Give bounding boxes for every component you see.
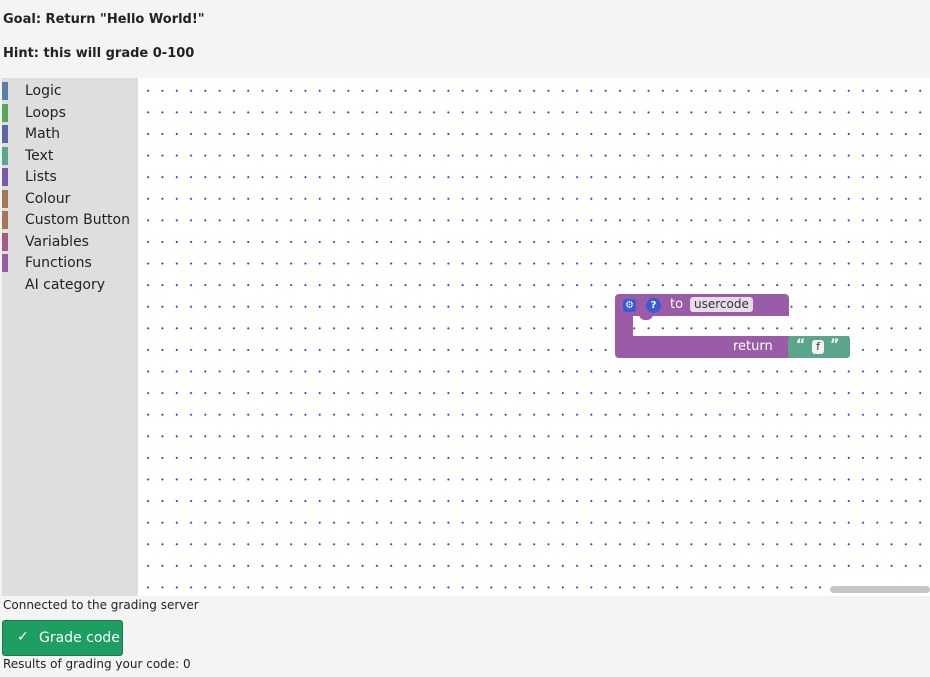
category-color (2, 211, 8, 229)
toolbox-item-label: Lists (25, 169, 57, 185)
toolbox-item-custom-button[interactable]: Custom Button (2, 210, 138, 230)
text-value-block[interactable]: “ f ” (788, 336, 850, 358)
block-spine (615, 314, 633, 338)
category-color (2, 82, 8, 100)
toolbox: Logic Loops Math Text Lists Colour Custo… (2, 78, 138, 596)
toolbox-item-loops[interactable]: Loops (2, 103, 138, 123)
open-quote-icon: “ (796, 337, 806, 353)
grade-code-button[interactable]: ✓ Grade code (2, 620, 123, 656)
function-definition-block[interactable]: ⚙ ? to usercode return (615, 294, 849, 358)
return-label: return (733, 339, 773, 354)
goal-text: Goal: Return "Hello World!" (3, 12, 205, 27)
toolbox-item-lists[interactable]: Lists (2, 167, 138, 187)
toolbox-item-label: Functions (25, 255, 92, 271)
toolbox-item-variables[interactable]: Variables (2, 232, 138, 252)
toolbox-item-logic[interactable]: Logic (2, 81, 138, 101)
function-name-field[interactable]: usercode (690, 297, 753, 312)
horizontal-scrollbar[interactable] (830, 586, 930, 593)
help-icon[interactable]: ? (646, 298, 661, 313)
toolbox-item-text[interactable]: Text (2, 146, 138, 166)
grading-results: Results of grading your code: 0 (3, 657, 191, 671)
statement-notch (639, 314, 653, 320)
grade-button-label: Grade code (39, 630, 120, 646)
text-value-field[interactable]: f (812, 340, 824, 354)
category-color (2, 168, 8, 186)
gear-icon[interactable]: ⚙ (623, 299, 636, 312)
category-color (2, 189, 8, 208)
hint-text: Hint: this will grade 0-100 (3, 46, 195, 61)
toolbox-item-colour[interactable]: Colour (2, 189, 138, 209)
blockly-workspace[interactable]: Logic Loops Math Text Lists Colour Custo… (2, 78, 930, 596)
toolbox-item-label: Variables (25, 233, 89, 250)
toolbox-item-label: Colour (25, 190, 71, 207)
toolbox-item-functions[interactable]: Functions (2, 253, 138, 273)
toolbox-item-label: Custom Button (25, 212, 130, 228)
category-color (2, 232, 8, 251)
toolbox-item-label: AI category (25, 276, 106, 293)
close-quote-icon: ” (830, 337, 840, 353)
toolbox-item-label: Loops (25, 104, 66, 121)
check-icon: ✓ (17, 629, 29, 645)
toolbox-item-math[interactable]: Math (2, 124, 138, 144)
toolbox-item-label: Math (25, 126, 61, 142)
connection-status: Connected to the grading server (3, 598, 199, 612)
category-color (2, 146, 8, 165)
to-label: to (670, 297, 684, 312)
toolbox-item-label: Logic (25, 83, 62, 99)
category-color (2, 125, 8, 143)
toolbox-item-ai-category[interactable]: AI category (2, 275, 138, 295)
toolbox-item-label: Text (25, 147, 54, 164)
category-color (2, 103, 8, 122)
category-color (2, 254, 8, 272)
